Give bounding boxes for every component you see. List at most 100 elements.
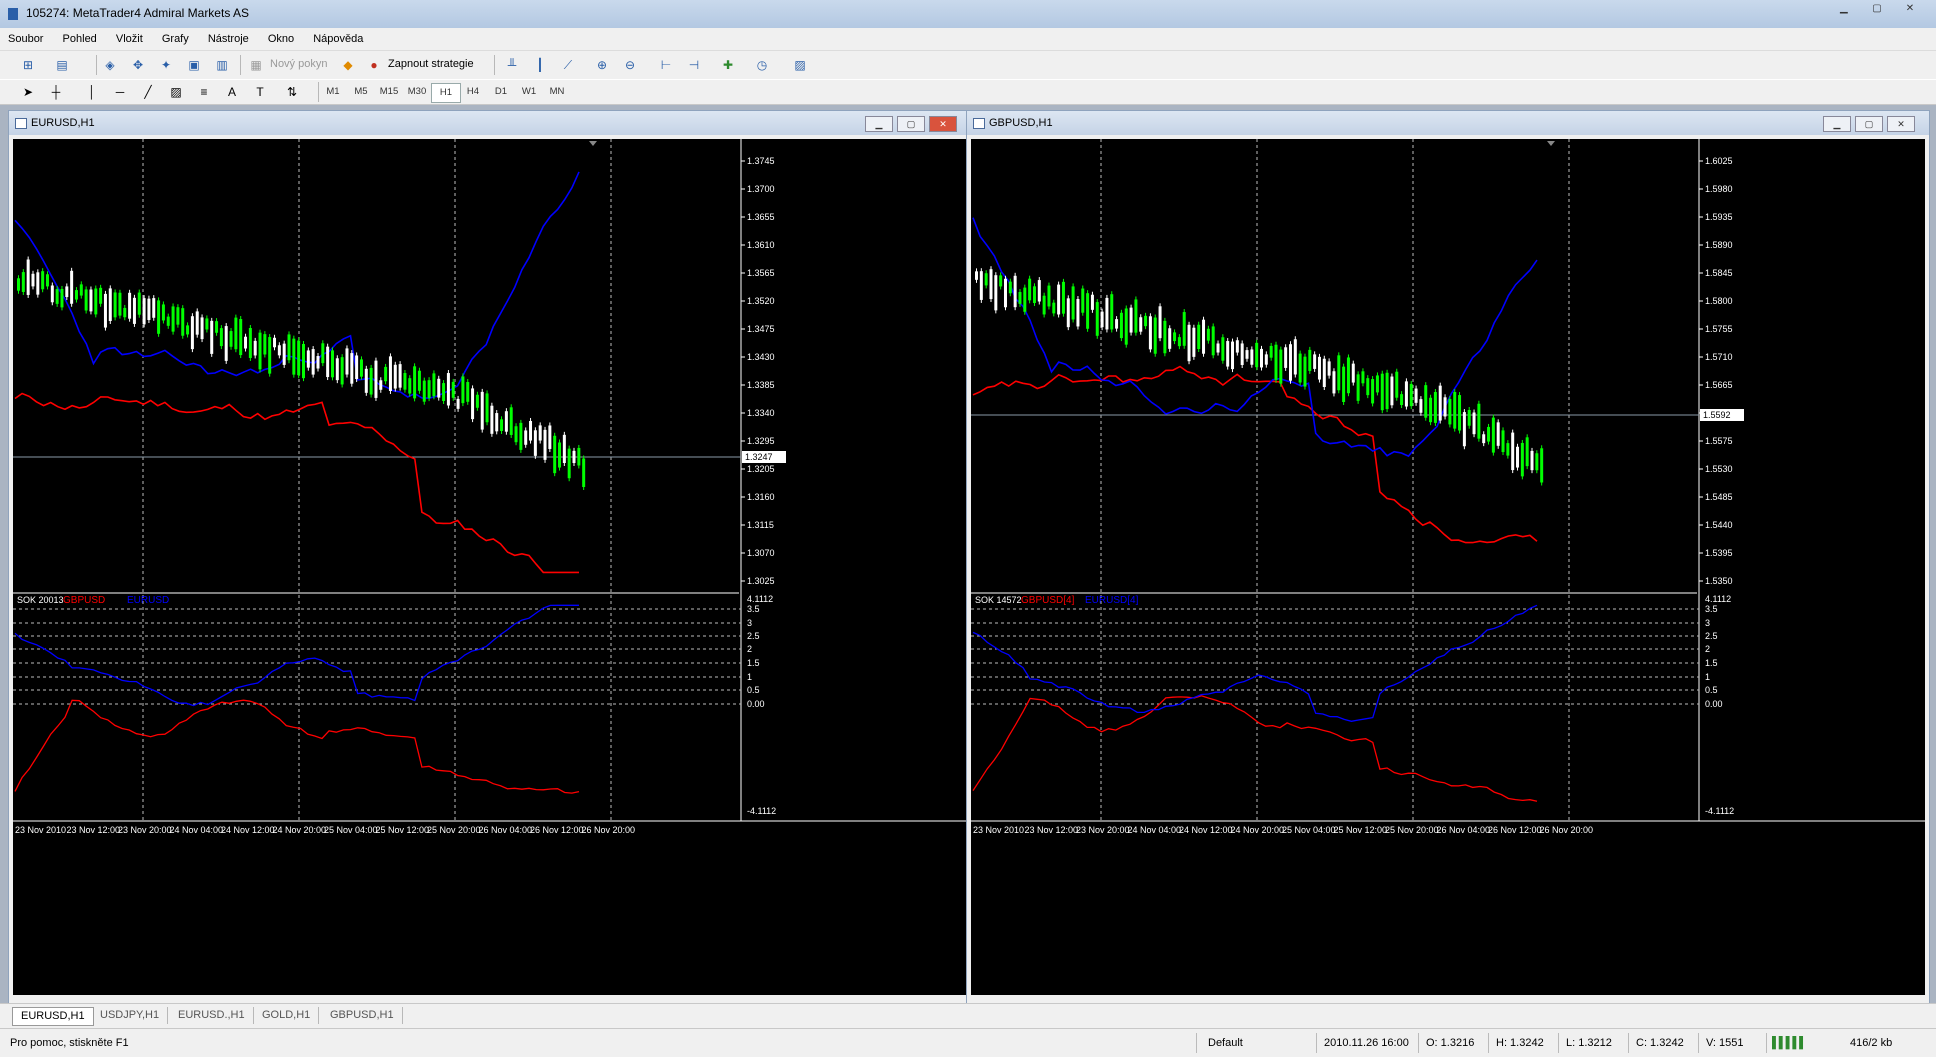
candle-body (1197, 324, 1201, 349)
menu-nastroje[interactable]: Nástroje (200, 28, 257, 45)
trendline-icon[interactable]: ╱ (138, 82, 158, 102)
chart-shift-icon[interactable]: ⊣ (684, 55, 704, 75)
candle-body (41, 271, 45, 290)
new-chart-icon[interactable]: ⊞ (18, 55, 38, 75)
new-order-icon[interactable]: ▦ (246, 55, 266, 75)
candle-body (1013, 275, 1017, 308)
timeframe-h1[interactable]: H1 (431, 83, 461, 103)
candle-body (1496, 422, 1500, 446)
timeframe-mn[interactable]: MN (543, 83, 571, 101)
tab-gold-h1[interactable]: GOLD,H1 (254, 1007, 320, 1024)
candle-body (224, 326, 228, 361)
data-window-icon[interactable]: ✦ (156, 55, 176, 75)
timeframe-m15[interactable]: M15 (375, 83, 403, 101)
toggle-strategies-button[interactable]: Zapnout strategie (388, 58, 474, 70)
menu-okno[interactable]: Okno (260, 28, 302, 45)
candle-body (79, 284, 83, 296)
channel-icon[interactable]: ▨ (166, 82, 186, 102)
close-icon[interactable]: ✕ (1887, 116, 1915, 132)
price-tick-label: 1.3610 (747, 240, 775, 250)
indicators-icon[interactable]: ✚ (718, 55, 738, 75)
candlestick-icon[interactable]: ┃ (530, 55, 550, 75)
time-axis-label: 25 Nov 12:00 (1334, 825, 1388, 835)
price-tick-label: 1.3025 (747, 576, 775, 586)
periods-icon[interactable]: ◷ (752, 55, 772, 75)
price-tick-label: 1.3475 (747, 324, 775, 334)
cursor-icon[interactable]: ➤ (18, 82, 38, 102)
chart-window-titlebar[interactable]: EURUSD,H1 ▁ ▢ ✕ (9, 111, 971, 135)
minimize-icon[interactable]: ▁ (865, 116, 893, 132)
time-axis-label: 26 Nov 20:00 (1540, 825, 1594, 835)
market-watch-icon[interactable]: ◈ (100, 55, 120, 75)
tab-eurusd-h1[interactable]: EURUSD,H1 (12, 1007, 94, 1026)
navigator-icon[interactable]: ✥ (128, 55, 148, 75)
zoom-out-icon[interactable]: ⊖ (620, 55, 640, 75)
text-icon[interactable]: A (222, 82, 242, 102)
terminal-icon[interactable]: ▣ (184, 55, 204, 75)
price-tick-label: 1.5395 (1705, 548, 1733, 558)
line-chart-icon[interactable]: ⟋ (558, 55, 578, 75)
menu-pohled[interactable]: Pohled (55, 28, 105, 45)
current-price-label: 1.5592 (1703, 410, 1731, 420)
new-order-button[interactable]: Nový pokyn (270, 58, 327, 70)
templates-icon[interactable]: ▨ (790, 55, 810, 75)
tab-usdjpy-h1[interactable]: USDJPY,H1 (92, 1007, 169, 1024)
chart-plot-area[interactable]: 1.6025 1.5980 1.5935 1.5890 1.5845 1.5800 1.57… (971, 139, 1925, 995)
chart-canvas[interactable]: 1.3745 1.3700 1.3655 1.3610 1.3565 1.3520 1.34… (13, 139, 967, 995)
profiles-icon[interactable]: ▤ (52, 55, 72, 75)
candle-body (340, 357, 344, 385)
maximize-icon[interactable]: ▢ (1863, 3, 1891, 19)
expert-advisors-icon[interactable]: ● (364, 55, 384, 75)
vertical-line-icon[interactable]: │ (82, 82, 102, 102)
menu-grafy[interactable]: Grafy (154, 28, 197, 45)
timeframe-d1[interactable]: D1 (487, 83, 515, 101)
tab-eurusd-dot-h1[interactable]: EURUSD.,H1 (170, 1007, 254, 1024)
candle-body (1226, 341, 1230, 367)
candle-body (979, 271, 983, 300)
candle-body (1366, 378, 1370, 396)
timeframe-m30[interactable]: M30 (403, 83, 431, 101)
candle-body (1525, 437, 1529, 467)
candle-body (1216, 343, 1220, 353)
candle-body (1462, 412, 1466, 447)
close-icon[interactable]: ✕ (929, 116, 957, 132)
arrows-icon[interactable]: ⇅ (282, 82, 302, 102)
candle-body (538, 425, 542, 441)
chart-plot-area[interactable]: 1.3745 1.3700 1.3655 1.3610 1.3565 1.3520 1.34… (13, 139, 967, 995)
timeframe-h4[interactable]: H4 (459, 83, 487, 101)
chart-canvas[interactable]: 1.6025 1.5980 1.5935 1.5890 1.5845 1.5800 1.57… (971, 139, 1925, 995)
chart-window-eurusd[interactable]: EURUSD,H1 ▁ ▢ ✕ 1.3745 1.3700 1.3655 1.3610… (8, 110, 972, 1004)
horizontal-line-icon[interactable]: ─ (110, 82, 130, 102)
menu-napoveda[interactable]: Nápověda (305, 28, 371, 45)
maximize-icon[interactable]: ▢ (897, 116, 925, 132)
chart-window-titlebar[interactable]: GBPUSD,H1 ▁ ▢ ✕ (967, 111, 1929, 135)
minimize-icon[interactable]: ▁ (1823, 116, 1851, 132)
menu-vlozit[interactable]: Vložit (108, 28, 151, 45)
close-icon[interactable]: ✕ (1896, 3, 1924, 19)
text-label-icon[interactable]: T (250, 82, 270, 102)
minimize-icon[interactable]: ▁ (1830, 3, 1858, 19)
app-icon (8, 8, 18, 20)
bar-chart-icon[interactable]: ╨ (502, 55, 522, 75)
timeframe-w1[interactable]: W1 (515, 83, 543, 101)
crosshair-icon[interactable]: ┼ (46, 82, 66, 102)
strategy-tester-icon[interactable]: ▥ (212, 55, 232, 75)
fibonacci-icon[interactable]: ≡ (194, 82, 214, 102)
candle-body (1472, 412, 1476, 435)
chart-window-gbpusd[interactable]: GBPUSD,H1 ▁ ▢ ✕ 1.6025 1.5980 1.5935 1.5890… (966, 110, 1930, 1004)
candle-body (1057, 284, 1061, 315)
timeframe-m1[interactable]: M1 (319, 83, 347, 101)
timeframe-m5[interactable]: M5 (347, 83, 375, 101)
candle-body (330, 350, 334, 378)
candle-body (504, 411, 508, 432)
candle-body (485, 393, 489, 423)
menu-soubor[interactable]: Soubor (0, 28, 51, 45)
metaeditor-icon[interactable]: ◆ (338, 55, 358, 75)
maximize-icon[interactable]: ▢ (1855, 116, 1883, 132)
candle-body (572, 450, 576, 464)
zoom-in-icon[interactable]: ⊕ (592, 55, 612, 75)
autoscroll-icon[interactable]: ⊢ (656, 55, 676, 75)
candle-body (219, 328, 223, 347)
tab-gbpusd-h1[interactable]: GBPUSD,H1 (322, 1007, 403, 1024)
candle-body (359, 359, 363, 377)
